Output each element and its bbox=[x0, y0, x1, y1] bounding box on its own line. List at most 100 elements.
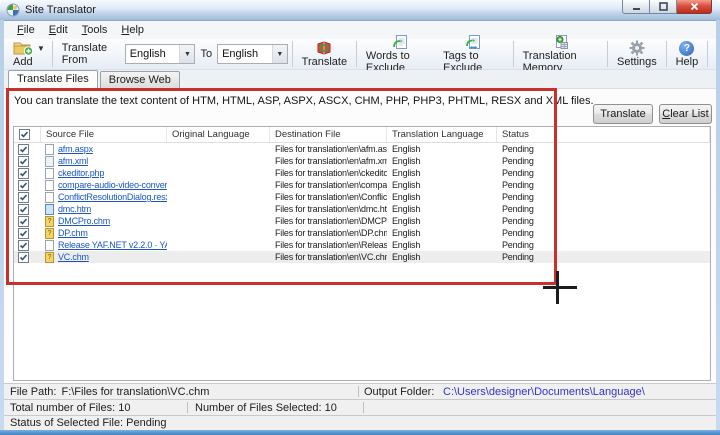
files-selected-text: Number of Files Selected: 10 bbox=[195, 402, 337, 414]
status-strip-file-path: File Path: F:\Files for translation\VC.c… bbox=[4, 383, 716, 399]
app-window: Site Translator File Edit Tools Help bbox=[0, 0, 720, 435]
translate-toolbar-button[interactable]: Translate bbox=[297, 39, 352, 69]
row-checkbox[interactable] bbox=[18, 168, 29, 179]
source-file-link[interactable]: ckeditor.php bbox=[58, 168, 104, 178]
source-file-link[interactable]: afm.aspx bbox=[58, 144, 93, 154]
source-file-link[interactable]: DMCPro.chm bbox=[58, 216, 110, 226]
row-checkbox[interactable] bbox=[18, 228, 29, 239]
table-row[interactable]: ? VC.chm Files for translation\en\VC.chm… bbox=[14, 251, 710, 263]
tab-translate-files[interactable]: Translate Files bbox=[8, 70, 98, 88]
column-header-original-language[interactable]: Original Language bbox=[167, 127, 270, 142]
file-table: Source File Original Language Destinatio… bbox=[13, 126, 711, 381]
translation-language-cell: English bbox=[387, 228, 497, 238]
menu-edit[interactable]: Edit bbox=[42, 22, 75, 38]
translation-memory-icon bbox=[552, 34, 569, 50]
combo-dropdown-icon[interactable]: ▼ bbox=[272, 45, 287, 63]
status-divider bbox=[363, 402, 364, 413]
status-bar: File Path: F:\Files for translation\VC.c… bbox=[4, 383, 716, 430]
words-to-exclude-button[interactable]: Words to Exclude bbox=[361, 39, 438, 69]
help-button[interactable]: ? Help bbox=[671, 39, 704, 69]
add-dropdown-caret-icon[interactable]: ▼ bbox=[37, 44, 45, 53]
add-folder-icon bbox=[13, 40, 34, 56]
column-header-status[interactable]: Status bbox=[497, 127, 710, 142]
column-header-source-file[interactable]: Source File bbox=[41, 127, 167, 142]
tags-to-exclude-button[interactable]: Tags to Exclude bbox=[438, 39, 509, 69]
column-header-translation-language[interactable]: Translation Language bbox=[387, 127, 497, 142]
destination-file-cell: Files for translation\en\VC.chm bbox=[270, 252, 387, 262]
add-button-label: Add bbox=[13, 56, 33, 68]
clear-list-button[interactable]: Clear List bbox=[659, 104, 712, 124]
row-checkbox[interactable] bbox=[18, 252, 29, 263]
menu-tools[interactable]: Tools bbox=[75, 22, 115, 38]
translate-action-button[interactable]: Translate bbox=[593, 104, 653, 124]
destination-file-cell: Files for translation\en\dmc.htm bbox=[270, 204, 387, 214]
words-exclude-icon bbox=[392, 34, 408, 50]
output-folder-link[interactable]: C:\Users\designer\Documents\Language\ bbox=[443, 386, 645, 398]
destination-file-cell: Files for translation\en\ckeditor.php bbox=[270, 168, 387, 178]
settings-button[interactable]: Settings bbox=[612, 39, 662, 69]
toolbar-separator bbox=[292, 41, 293, 67]
table-row[interactable]: dmc.htm Files for translation\en\dmc.htm… bbox=[14, 203, 710, 215]
status-strip-counts: Total number of Files: 10 Number of File… bbox=[4, 399, 716, 415]
translation-language-cell: English bbox=[387, 252, 497, 262]
row-checkbox[interactable] bbox=[18, 144, 29, 155]
table-row[interactable]: afm.aspx Files for translation\en\afm.as… bbox=[14, 143, 710, 155]
translation-language-cell: English bbox=[387, 204, 497, 214]
select-all-checkbox[interactable] bbox=[14, 127, 41, 142]
source-file-link[interactable]: dmc.htm bbox=[58, 204, 91, 214]
table-row[interactable]: ConflictResolutionDialog.resx Files for … bbox=[14, 191, 710, 203]
column-header-destination-file[interactable]: Destination File bbox=[270, 127, 387, 142]
maximize-button[interactable] bbox=[650, 0, 677, 14]
status-cell: Pending bbox=[497, 156, 710, 166]
source-file-link[interactable]: VC.chm bbox=[58, 252, 89, 262]
table-row[interactable]: ckeditor.php Files for translation\en\ck… bbox=[14, 167, 710, 179]
table-row[interactable]: ? DP.chm Files for translation\en\DP.chm… bbox=[14, 227, 710, 239]
row-checkbox[interactable] bbox=[18, 204, 29, 215]
table-row[interactable]: Release YAF.NET v2.2.0 · YAFNET... Files… bbox=[14, 239, 710, 251]
window-frame-bottom bbox=[0, 430, 720, 435]
translation-language-cell: English bbox=[387, 144, 497, 154]
destination-file-cell: Files for translation\en\compare-a... bbox=[270, 180, 387, 190]
settings-gear-icon bbox=[629, 40, 645, 56]
toolbar-separator bbox=[513, 41, 514, 67]
checkbox-checked-icon bbox=[18, 228, 29, 239]
tab-browse-web[interactable]: Browse Web bbox=[100, 71, 180, 88]
table-row[interactable]: compare-audio-video-converters.as... Fil… bbox=[14, 179, 710, 191]
table-row[interactable]: afm.xml Files for translation\en\afm.xml… bbox=[14, 155, 710, 167]
translate-from-select[interactable]: English ▼ bbox=[125, 44, 196, 64]
translate-to-select[interactable]: English ▼ bbox=[217, 44, 288, 64]
translate-files-panel: You can translate the text content of HT… bbox=[4, 88, 716, 383]
row-checkbox[interactable] bbox=[18, 192, 29, 203]
status-cell: Pending bbox=[497, 192, 710, 202]
translation-memory-button[interactable]: Translation Memory bbox=[518, 39, 604, 69]
source-file-link[interactable]: ConflictResolutionDialog.resx bbox=[58, 192, 167, 202]
row-checkbox[interactable] bbox=[18, 240, 29, 251]
row-checkbox[interactable] bbox=[18, 156, 29, 167]
translate-to-value: English bbox=[218, 48, 272, 60]
destination-file-cell: Files for translation\en\DP.chm bbox=[270, 228, 387, 238]
source-file-link[interactable]: compare-audio-video-converters.as... bbox=[58, 180, 167, 190]
menu-file[interactable]: File bbox=[10, 22, 42, 38]
destination-file-cell: Files for translation\en\DMCPro.c... bbox=[270, 216, 387, 226]
source-file-link[interactable]: Release YAF.NET v2.2.0 · YAFNET... bbox=[58, 240, 167, 250]
table-row[interactable]: ? DMCPro.chm Files for translation\en\DM… bbox=[14, 215, 710, 227]
status-cell: Pending bbox=[497, 204, 710, 214]
status-cell: Pending bbox=[497, 216, 710, 226]
status-cell: Pending bbox=[497, 180, 710, 190]
minimize-button[interactable] bbox=[622, 0, 650, 14]
checkbox-checked-icon bbox=[18, 156, 29, 167]
menu-help[interactable]: Help bbox=[114, 22, 151, 38]
window-frame-right bbox=[716, 20, 720, 435]
combo-dropdown-icon[interactable]: ▼ bbox=[179, 45, 194, 63]
translation-language-cell: English bbox=[387, 156, 497, 166]
add-button[interactable]: ▼ Add bbox=[8, 39, 48, 69]
source-file-link[interactable]: afm.xml bbox=[58, 156, 88, 166]
info-text: You can translate the text content of HT… bbox=[14, 95, 594, 107]
source-file-link[interactable]: DP.chm bbox=[58, 228, 88, 238]
row-checkbox[interactable] bbox=[18, 180, 29, 191]
file-type-icon bbox=[45, 204, 54, 215]
row-checkbox[interactable] bbox=[18, 216, 29, 227]
total-files-text: Total number of Files: 10 bbox=[10, 402, 130, 414]
file-path-label: File Path: bbox=[10, 386, 56, 398]
close-button[interactable] bbox=[677, 0, 712, 14]
